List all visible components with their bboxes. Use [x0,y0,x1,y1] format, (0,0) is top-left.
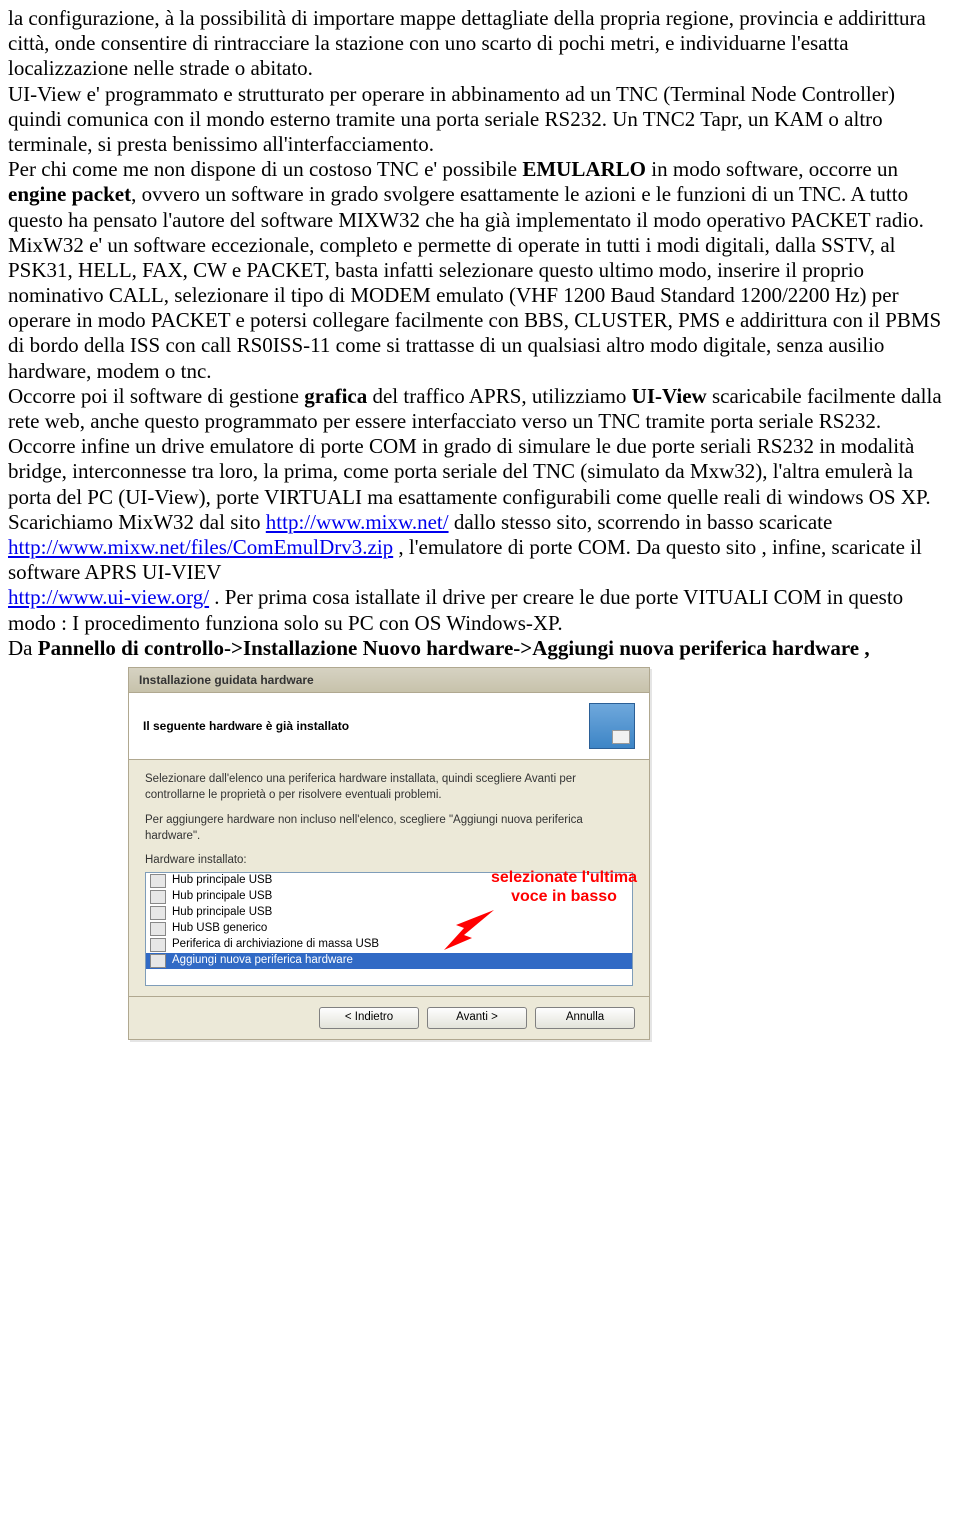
paragraph-text: dallo stesso sito, scorrendo in basso sc… [449,510,833,534]
hardware-icon [589,703,635,749]
paragraph-text: Occorre infine un drive emulatore di por… [8,434,931,508]
wizard-list-label: Hardware installato: [145,854,633,868]
paragraph-text: del traffico APRS, utilizziamo [367,384,631,408]
link-mixw-driver[interactable]: http://www.mixw.net/files/ComEmulDrv3.zi… [8,535,393,559]
paragraph-text: in modo software, occorre un [646,157,898,181]
list-item-label: Aggiungi nuova periferica hardware [172,954,353,968]
device-icon [150,938,166,952]
hardware-listbox[interactable]: Hub principale USB Hub principale USB Hu… [145,872,633,986]
paragraph-text: Per chi come me non dispone di un costos… [8,157,522,181]
wizard-header: Il seguente hardware è già installato [129,693,649,760]
paragraph-text: MixW32 e' un software eccezionale, compl… [8,233,941,383]
paragraph-text: Occorre poi il software di gestione [8,384,304,408]
paragraph-text: Scarichiamo MixW32 dal sito [8,510,266,534]
device-icon [150,874,166,888]
bold-text: engine packet [8,182,131,206]
device-icon [150,954,166,968]
list-item[interactable]: Periferica di archiviazione di massa USB [146,937,632,953]
list-item-label: Hub principale USB [172,890,272,904]
wizard-desc: Per aggiungere hardware non incluso nell… [145,813,633,844]
wizard-button-row: < Indietro Avanti > Annulla [129,996,649,1039]
list-item[interactable]: Hub principale USB [146,905,632,921]
list-item-label: Hub USB generico [172,922,267,936]
next-button[interactable]: Avanti > [427,1007,527,1029]
list-item[interactable]: Hub USB generico [146,921,632,937]
link-uiview[interactable]: http://www.ui-view.org/ [8,585,209,609]
back-button[interactable]: < Indietro [319,1007,419,1029]
paragraph-text: , ovvero un software in grado svolgere e… [8,182,924,231]
wizard-body: Selezionare dall'elenco una periferica h… [129,760,649,996]
device-icon [150,906,166,920]
list-item-label: Hub principale USB [172,874,272,888]
bold-text: grafica [304,384,367,408]
wizard-header-text: Il seguente hardware è già installato [143,719,349,733]
paragraph-text: UI-View e' programmato e strutturato per… [8,82,895,156]
list-item[interactable]: Hub principale USB [146,889,632,905]
bold-text: UI-View [632,384,707,408]
list-item-selected[interactable]: Aggiungi nuova periferica hardware [146,953,632,969]
link-mixw-home[interactable]: http://www.mixw.net/ [266,510,449,534]
bold-text: Pannello di controllo->Installazione Nuo… [38,636,870,660]
wizard-dialog: Installazione guidata hardware Il seguen… [128,667,650,1040]
wizard-titlebar: Installazione guidata hardware [129,668,649,693]
paragraph-text: la configurazione, à la possibilità di i… [8,6,926,80]
list-item[interactable]: Hub principale USB [146,873,632,889]
list-item-label: Periferica di archiviazione di massa USB [172,938,379,952]
cancel-button[interactable]: Annulla [535,1007,635,1029]
wizard-desc: Selezionare dall'elenco una periferica h… [145,772,633,803]
device-icon [150,922,166,936]
device-icon [150,890,166,904]
bold-text: EMULARLO [522,157,646,181]
list-item-label: Hub principale USB [172,906,272,920]
paragraph-text: Da [8,636,38,660]
document-body: la configurazione, à la possibilità di i… [8,6,952,661]
